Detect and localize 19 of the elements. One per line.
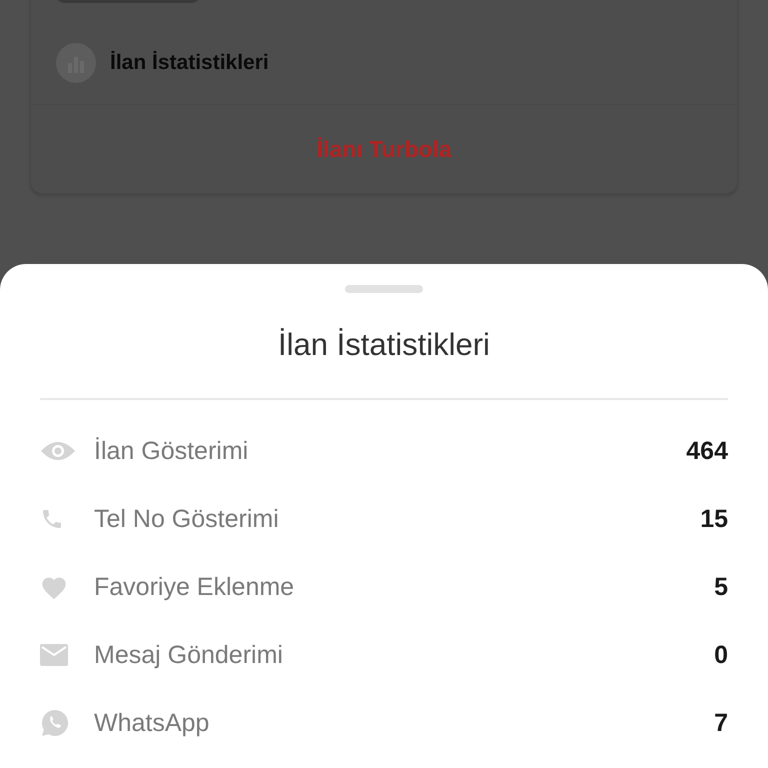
stat-label: Mesaj Gönderimi — [94, 640, 284, 670]
stat-value: 15 — [700, 504, 728, 534]
envelope-icon — [40, 644, 68, 666]
chat-phone-icon — [40, 708, 70, 738]
stat-value: 7 — [714, 708, 728, 738]
stat-label: İlan Gösterimi — [94, 436, 250, 466]
eye-icon — [40, 439, 76, 463]
stat-value: 0 — [714, 640, 728, 670]
phone-icon — [40, 507, 64, 531]
statistics-link[interactable]: İlan İstatistikleri — [110, 51, 269, 75]
sheet-title: İlan İstatistikleri — [277, 327, 491, 363]
stat-label: WhatsApp — [94, 708, 210, 738]
boost-listing-button[interactable]: İlanı Turbola — [304, 130, 464, 168]
stat-label: Tel No Gösterimi — [94, 504, 280, 534]
stat-value: 464 — [686, 436, 728, 466]
drag-handle[interactable] — [345, 285, 423, 293]
stat-value: 5 — [714, 572, 728, 602]
stat-label: Favoriye Eklenme — [94, 572, 296, 602]
bar-chart-icon — [56, 43, 96, 83]
